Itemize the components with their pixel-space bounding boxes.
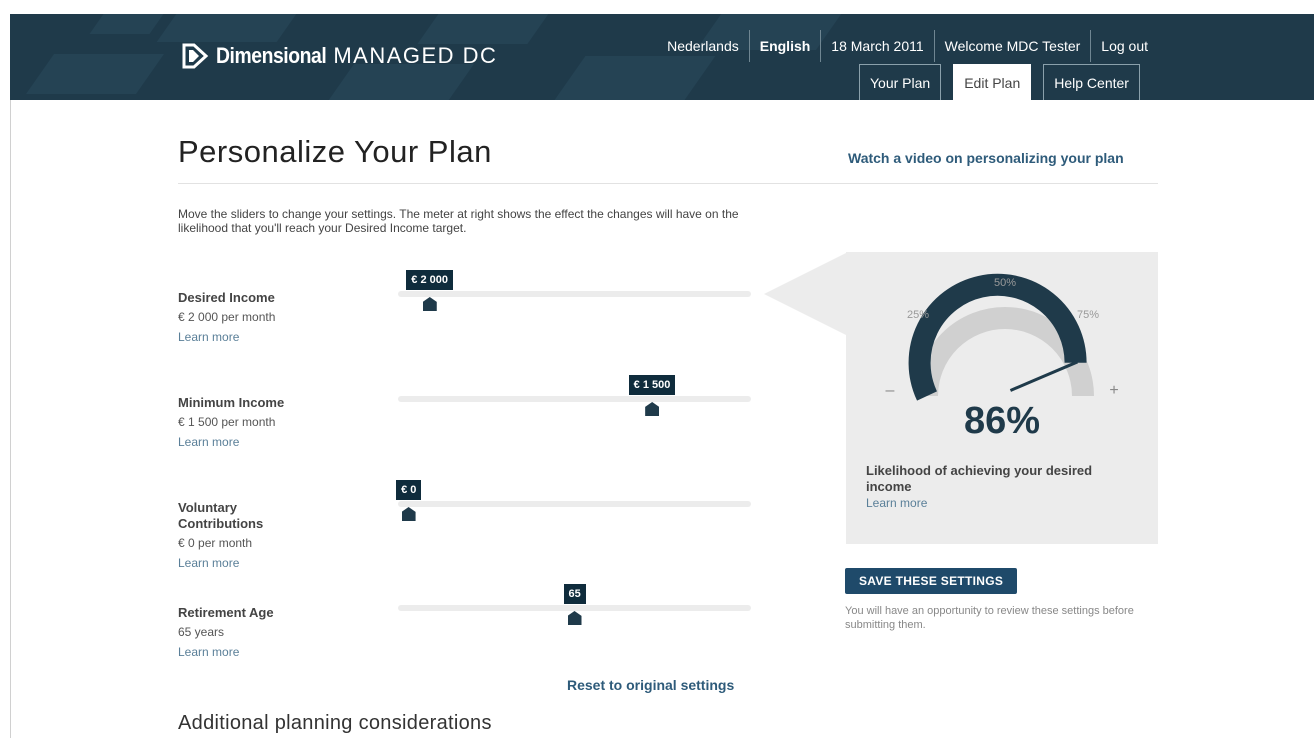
logout-link[interactable]: Log out [1090,30,1158,62]
gauge-tick-25: 25% [907,309,929,321]
title-divider [178,183,1158,184]
product-name: MANAGED DC [333,43,498,68]
tab-edit-plan[interactable]: Edit Plan [953,64,1032,100]
learn-more-link[interactable]: Learn more [178,435,378,449]
additional-considerations-heading: Additional planning considerations [178,712,492,734]
tab-your-plan[interactable]: Your Plan [859,64,942,100]
desired-income-slider-track[interactable] [398,291,751,297]
left-divider [10,100,11,738]
language-english-link[interactable]: English [748,30,821,62]
intro-text: Move the sliders to change your settings… [178,207,739,235]
likelihood-caption: Likelihood of achieving your desired inc… [866,463,1093,494]
setting-label: Minimum Income [178,395,285,410]
gauge-minus: – [886,382,895,399]
brand-name: Dimensional [216,43,327,68]
voluntary-contributions-value-bubble: € 0 [396,480,422,500]
learn-more-link[interactable]: Learn more [178,330,378,344]
setting-value: 65 years [178,625,225,639]
welcome-text: Welcome MDC Tester [933,30,1091,62]
watch-video-link[interactable]: Watch a video on personalizing your plan [848,150,1124,166]
learn-more-link[interactable]: Learn more [178,645,378,659]
setting-label: Retirement Age [178,605,274,620]
retirement-age-value-bubble: 65 [563,584,586,604]
setting-value: € 1 500 per month [178,415,276,429]
language-nederlands-link[interactable]: Nederlands [657,30,749,62]
setting-voluntary-contributions: Voluntary Contributions € 0 per month Le… [178,500,298,570]
save-settings-button[interactable]: SAVE THESE SETTINGS [845,568,1018,594]
learn-more-link[interactable]: Learn more [178,556,298,570]
tab-help-center[interactable]: Help Center [1043,64,1140,100]
minimum-income-slider-track[interactable] [398,396,751,402]
gauge-needle [1009,360,1078,392]
setting-label: Desired Income [178,290,275,305]
dimensional-logo-icon [182,43,209,69]
minimum-income-slider-handle[interactable] [645,402,660,416]
save-note: You will have an opportunity to review t… [845,605,1134,631]
brand-logo[interactable]: Dimensional MANAGED DC [180,38,497,74]
likelihood-percentage: 86% [963,400,1041,442]
gauge-tick-50: 50% [994,277,1016,289]
meter-panel-pointer [764,252,848,336]
current-date: 18 March 2011 [820,30,933,62]
gauge-tick-75: 75% [1077,309,1099,321]
page-title: Personalize Your Plan [178,134,492,169]
gauge-plus: + [1109,382,1118,399]
setting-minimum-income: Minimum Income € 1 500 per month Learn m… [178,395,378,449]
desired-income-slider-handle[interactable] [422,297,437,311]
voluntary-contributions-slider-track[interactable] [398,501,751,507]
setting-value: € 2 000 per month [178,310,276,324]
setting-desired-income: Desired Income € 2 000 per month Learn m… [178,290,378,344]
retirement-age-slider-handle[interactable] [567,611,582,625]
reset-settings-link[interactable]: Reset to original settings [567,677,734,693]
main-tabs: Your Plan Edit Plan Help Center [859,64,1152,100]
setting-label: Voluntary Contributions [178,500,264,531]
voluntary-contributions-slider-handle[interactable] [401,507,416,521]
meter-learn-more-link[interactable]: Learn more [866,496,927,510]
setting-value: € 0 per month [178,536,253,550]
setting-retirement-age: Retirement Age 65 years Learn more [178,605,378,659]
desired-income-value-bubble: € 2 000 [406,270,453,290]
top-nav: Nederlands English 18 March 2011 Welcome… [657,30,1314,62]
minimum-income-value-bubble: € 1 500 [628,375,676,395]
